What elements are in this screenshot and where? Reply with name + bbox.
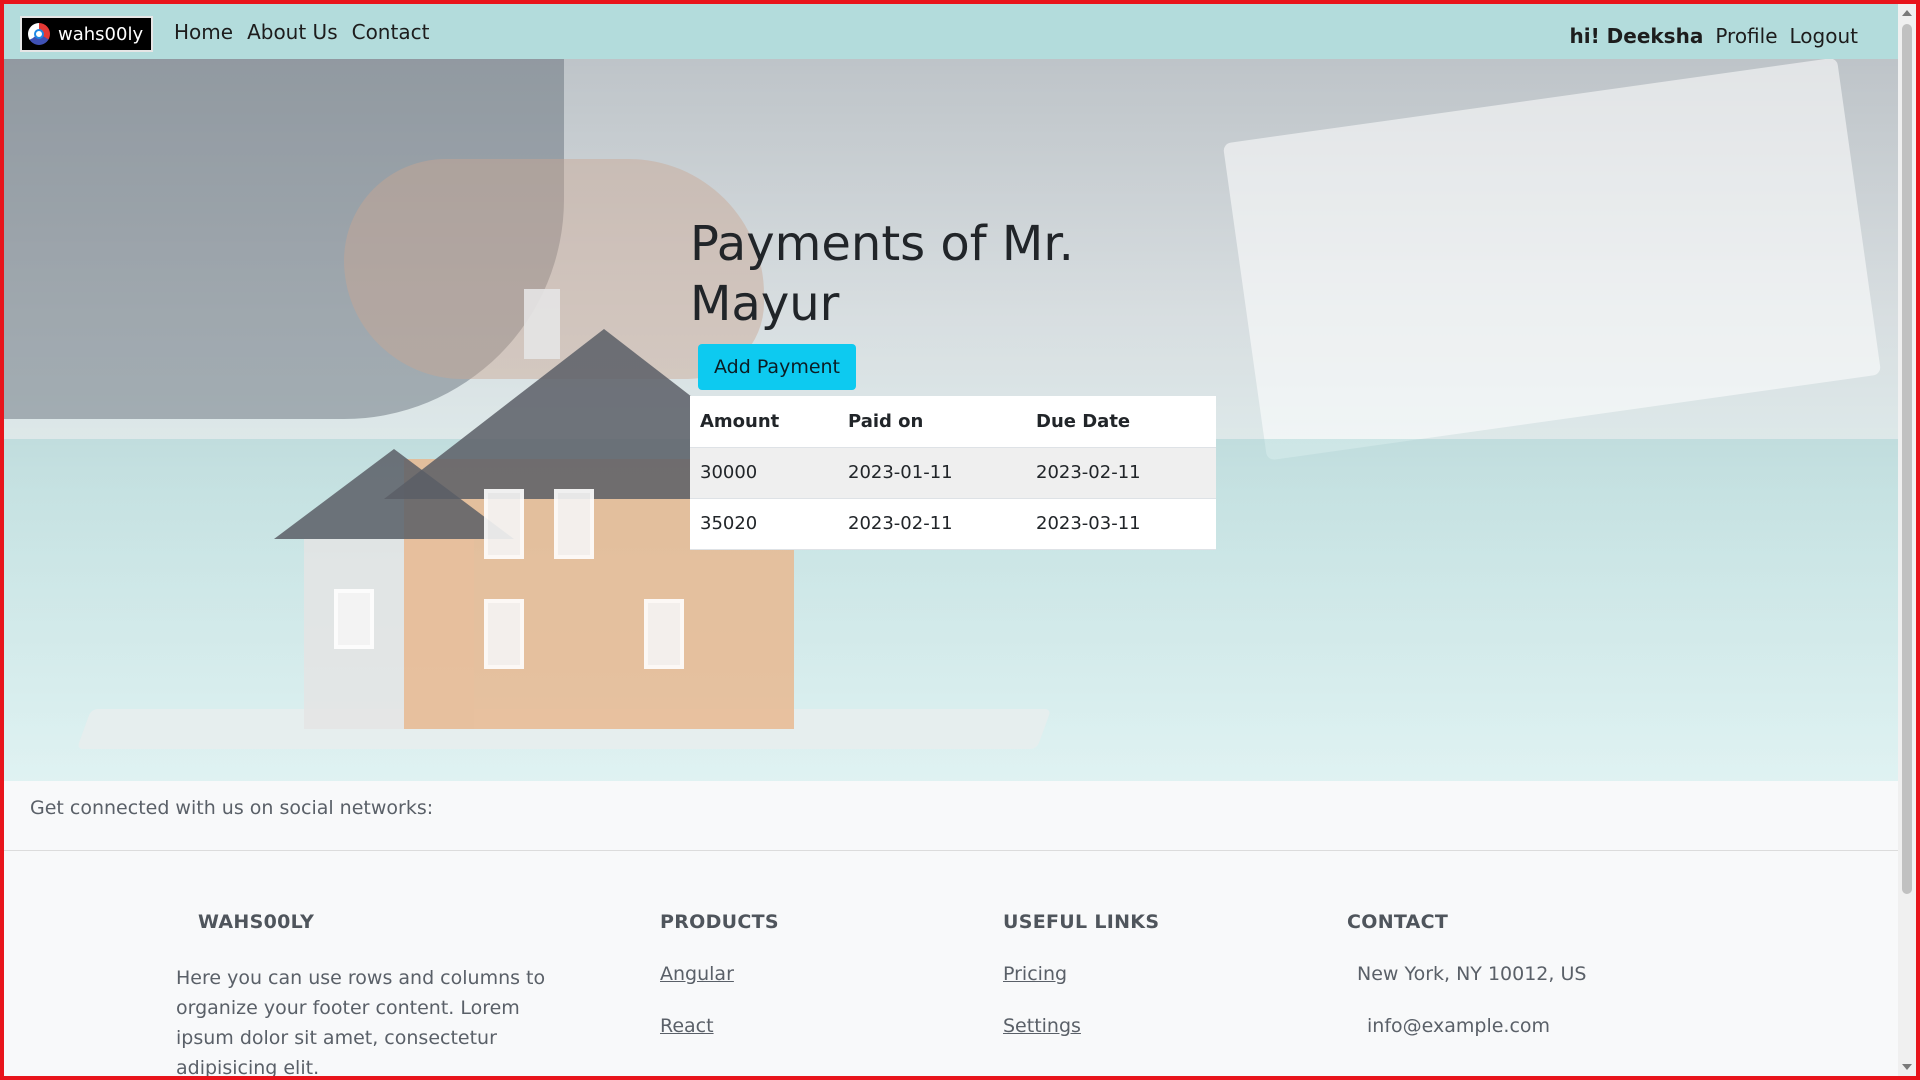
brand-logo-icon — [28, 23, 50, 45]
user-greeting: hi! Deeksha — [1569, 24, 1704, 48]
footer-col-useful-links: USEFUL LINKS Pricing Settings — [1003, 911, 1159, 1037]
footer-contact-heading: CONTACT — [1347, 911, 1449, 933]
social-text: Get connected with us on social networks… — [30, 797, 434, 819]
cell-paid-on: 2023-01-11 — [838, 447, 1026, 499]
column-header-due-date: Due Date — [1026, 396, 1216, 448]
footer-brand-heading: WAHS00LY — [198, 911, 315, 933]
footer-brand-text: Here you can use rows and columns to org… — [176, 967, 546, 1079]
footer-link-settings[interactable]: Settings — [1003, 1015, 1159, 1037]
brand-name: wahs00ly — [58, 23, 144, 45]
footer-col-contact: CONTACT New York, NY 10012, US info@exam… — [1347, 911, 1586, 1037]
brand-logo-link[interactable]: wahs00ly — [20, 16, 154, 52]
footer-email: info@example.com — [1367, 1015, 1551, 1037]
add-payment-button[interactable]: Add Payment — [698, 344, 857, 390]
footer-products-heading: PRODUCTS — [660, 911, 779, 933]
cell-due-date: 2023-02-11 — [1026, 447, 1216, 499]
nav-contact[interactable]: Contact — [352, 20, 430, 44]
page-title: Payments of Mr. Mayur — [690, 216, 1074, 332]
scrollbar-thumb[interactable] — [1902, 24, 1912, 894]
background-photo-paper — [1222, 59, 1882, 461]
navbar: wahs00ly Home About Us Contact hi! Deeks… — [4, 4, 1902, 59]
column-header-amount: Amount — [690, 396, 838, 448]
scroll-up-icon[interactable] — [1902, 10, 1912, 16]
footer-link-pricing[interactable]: Pricing — [1003, 963, 1159, 985]
nav-logout[interactable]: Logout — [1790, 24, 1858, 48]
footer-useful-heading: USEFUL LINKS — [1003, 911, 1160, 933]
footer-col-brand: WAHS00LY Here you can use rows and colum… — [176, 911, 576, 1079]
cell-paid-on: 2023-02-11 — [838, 498, 1026, 550]
payments-panel: Payments of Mr. Mayur Add Payment Amount… — [690, 214, 1220, 550]
footer-link-angular[interactable]: Angular — [660, 963, 779, 985]
nav-profile[interactable]: Profile — [1715, 24, 1777, 48]
hero-section: Payments of Mr. Mayur Add Payment Amount… — [4, 59, 1902, 781]
table-header-row: Amount Paid on Due Date — [690, 396, 1216, 448]
footer: WAHS00LY Here you can use rows and colum… — [4, 851, 1902, 1079]
page-scrollbar[interactable] — [1898, 4, 1916, 1076]
payments-table: Amount Paid on Due Date 30000 2023-01-11… — [690, 396, 1216, 550]
table-row: 30000 2023-01-11 2023-02-11 — [690, 447, 1216, 499]
footer-link-react[interactable]: React — [660, 1015, 779, 1037]
browser-frame: wahs00ly Home About Us Contact hi! Deeks… — [0, 0, 1920, 1080]
footer-col-products: PRODUCTS Angular React — [660, 911, 779, 1037]
scroll-down-icon[interactable] — [1902, 1064, 1912, 1070]
table-row: 35020 2023-02-11 2023-03-11 — [690, 498, 1216, 550]
nav-home[interactable]: Home — [174, 20, 233, 44]
cell-due-date: 2023-03-11 — [1026, 498, 1216, 550]
nav-about-us[interactable]: About Us — [247, 20, 338, 44]
nav-links: Home About Us Contact — [174, 20, 429, 44]
social-bar: Get connected with us on social networks… — [4, 781, 1902, 851]
nav-user-area: hi! Deeksha Profile Logout — [1569, 24, 1858, 48]
cell-amount: 35020 — [690, 498, 838, 550]
column-header-paid-on: Paid on — [838, 396, 1026, 448]
footer-address: New York, NY 10012, US — [1357, 963, 1587, 985]
cell-amount: 30000 — [690, 447, 838, 499]
